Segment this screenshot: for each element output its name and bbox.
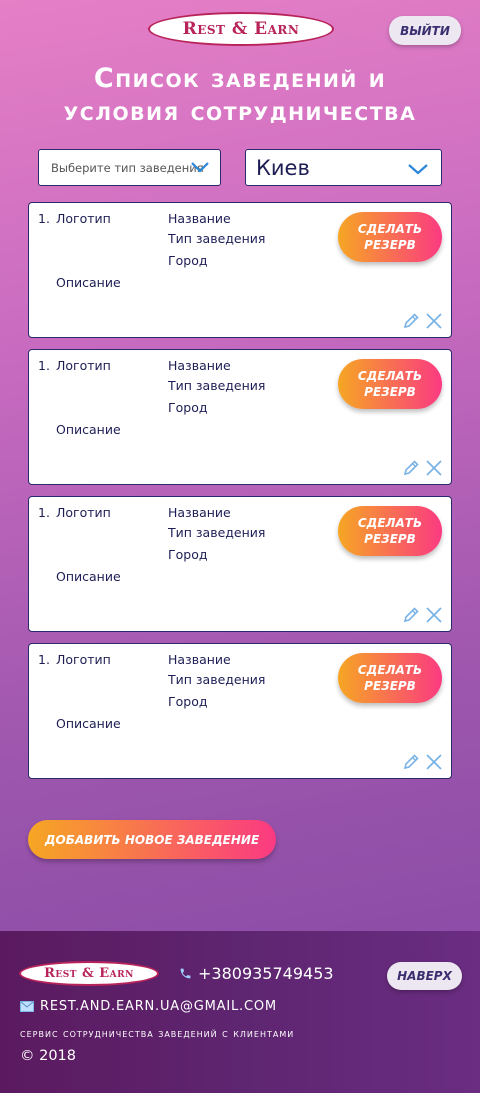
chevron-down-icon [408, 164, 428, 175]
venue-type: Тип заведения [168, 525, 266, 540]
page-title: Список заведений и условия сотрудничеств… [0, 62, 480, 128]
venue-card: 1. Логотип Название Тип заведения Город … [28, 643, 452, 779]
venue-logo: Логотип [56, 211, 111, 226]
add-venue-button[interactable]: Добавить новое заведение [28, 820, 276, 859]
venue-type-select[interactable]: Выберите тип заведения [38, 149, 221, 186]
close-icon[interactable] [425, 312, 443, 330]
reserve-button[interactable]: Сделать резерв [338, 212, 442, 262]
venue-description: Описание [56, 569, 121, 584]
city-select-value: Киев [256, 155, 310, 180]
venue-description: Описание [56, 716, 121, 731]
venue-card: 1. Логотип Название Тип заведения Город … [28, 202, 452, 338]
phone-number: +380935749453 [198, 964, 334, 983]
footer: Rest & Earn +380935749453 наверх REST.AN… [0, 931, 480, 1093]
pencil-icon[interactable] [402, 606, 420, 624]
venue-city: Город [168, 694, 208, 709]
venue-name: Название [168, 652, 231, 667]
close-icon[interactable] [425, 606, 443, 624]
venue-number: 1. [38, 505, 50, 520]
reserve-button[interactable]: Сделать резерв [338, 359, 442, 409]
venue-name: Название [168, 358, 231, 373]
city-select[interactable]: Киев [245, 149, 442, 186]
footer-logo[interactable]: Rest & Earn [19, 961, 159, 986]
venue-number: 1. [38, 211, 50, 226]
back-to-top-button[interactable]: наверх [387, 962, 462, 990]
close-icon[interactable] [425, 459, 443, 477]
venue-type: Тип заведения [168, 231, 266, 246]
venue-type: Тип заведения [168, 672, 266, 687]
venue-number: 1. [38, 358, 50, 373]
venue-card: 1. Логотип Название Тип заведения Город … [28, 349, 452, 485]
reserve-button[interactable]: Сделать резерв [338, 506, 442, 556]
tagline: сервис сотрудничества заведений с клиент… [20, 1027, 295, 1040]
exit-button[interactable]: выйти [389, 16, 461, 45]
venue-name: Название [168, 211, 231, 226]
venue-logo: Логотип [56, 652, 111, 667]
venue-city: Город [168, 253, 208, 268]
phone-link[interactable]: +380935749453 [179, 964, 334, 983]
venue-description: Описание [56, 275, 121, 290]
venue-logo: Логотип [56, 505, 111, 520]
venue-card: 1. Логотип Название Тип заведения Город … [28, 496, 452, 632]
phone-icon [180, 968, 191, 979]
venue-name: Название [168, 505, 231, 520]
venue-type-placeholder: Выберите тип заведения [51, 160, 204, 175]
envelope-icon [20, 1001, 34, 1012]
email-address: REST.AND.EARN.UA@GMAIL.COM [40, 999, 277, 1014]
page-title-line-1: Список заведений и [93, 63, 387, 94]
venue-description: Описание [56, 422, 121, 437]
venue-city: Город [168, 400, 208, 415]
logo[interactable]: Rest & Earn [148, 12, 334, 46]
venue-type: Тип заведения [168, 378, 266, 393]
copyright: © 2018 [20, 1048, 77, 1064]
venue-logo: Логотип [56, 358, 111, 373]
pencil-icon[interactable] [402, 312, 420, 330]
email-link[interactable]: REST.AND.EARN.UA@GMAIL.COM [20, 999, 277, 1014]
venue-city: Город [168, 547, 208, 562]
reserve-button[interactable]: Сделать резерв [338, 653, 442, 703]
chevron-down-icon [191, 162, 209, 173]
venue-number: 1. [38, 652, 50, 667]
close-icon[interactable] [425, 753, 443, 771]
pencil-icon[interactable] [402, 459, 420, 477]
pencil-icon[interactable] [402, 753, 420, 771]
page-title-line-2: условия сотрудничества [63, 96, 417, 127]
